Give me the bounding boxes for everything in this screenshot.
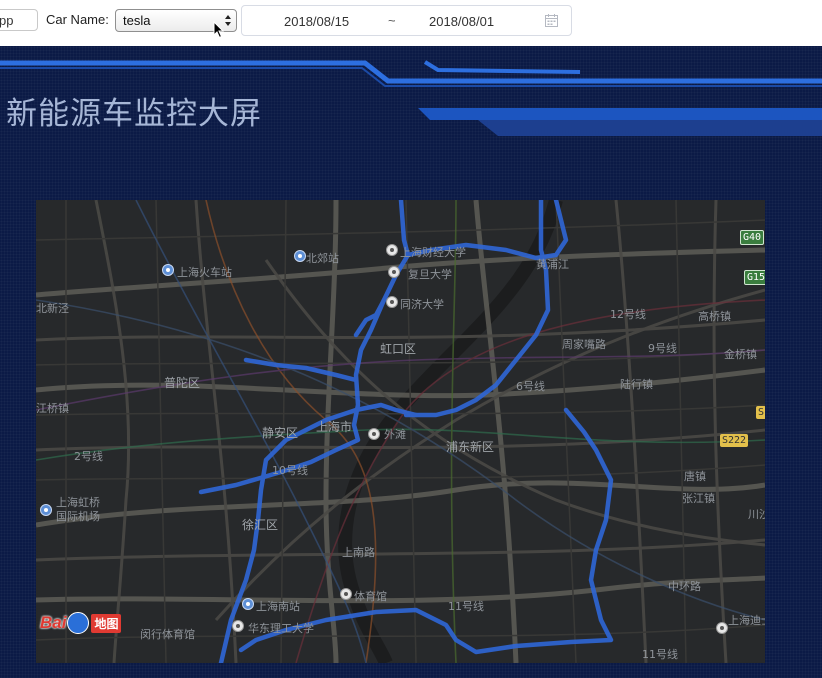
map-label: 10号线 bbox=[272, 464, 308, 477]
map-label: 浦东新区 bbox=[446, 440, 495, 454]
map-label: 川沙 bbox=[748, 508, 765, 521]
baidu-paw-icon bbox=[67, 612, 90, 634]
university-poi-icon bbox=[232, 620, 244, 632]
highway-shield: S bbox=[756, 406, 765, 419]
landmark-poi-icon bbox=[368, 428, 380, 440]
map-label: 2号线 bbox=[74, 450, 103, 463]
map-label: 徐汇区 bbox=[242, 518, 279, 532]
map-label: 静安区 bbox=[262, 426, 299, 440]
highway-shield: G40 bbox=[740, 230, 765, 245]
map-label: 唐镇 bbox=[684, 470, 706, 483]
date-range-picker[interactable]: 2018/08/15 ~ 2018/08/01 bbox=[241, 5, 572, 36]
map-label: 上海市 bbox=[316, 420, 353, 434]
map-label: 上海财经大学 bbox=[400, 246, 466, 259]
metro-station-icon bbox=[242, 598, 254, 610]
map-label: 6号线 bbox=[516, 380, 545, 393]
highway-shield: G15 bbox=[744, 270, 765, 285]
map-label: 外滩 bbox=[384, 428, 406, 441]
map-label: 9号线 bbox=[648, 342, 677, 355]
university-poi-icon bbox=[386, 296, 398, 308]
car-name-label: Car Name: bbox=[46, 12, 109, 27]
car-name-selected: tesla bbox=[123, 13, 151, 28]
airport-icon bbox=[40, 504, 52, 516]
page-title: 新能源车监控大屏 bbox=[6, 96, 262, 132]
date-end[interactable]: 2018/08/01 bbox=[429, 14, 494, 29]
university-poi-icon bbox=[386, 244, 398, 256]
baidu-map-logo: Bai 地图 bbox=[40, 612, 122, 636]
dashboard-screen: 新能源车监控大屏 上海火车站 北郊站 上海财经大学 复旦大学 同济大学 虹口区 … bbox=[0, 46, 822, 678]
map-label: 虹口区 bbox=[380, 342, 417, 356]
map-label: 上南路 bbox=[342, 546, 375, 559]
map-label: 11号线 bbox=[642, 648, 678, 661]
date-start[interactable]: 2018/08/15 bbox=[284, 14, 349, 29]
map-label: 同济大学 bbox=[400, 298, 444, 311]
university-poi-icon bbox=[388, 266, 400, 278]
map-label: 上海南站 bbox=[256, 600, 300, 613]
map-view[interactable]: 上海火车站 北郊站 上海财经大学 复旦大学 同济大学 虹口区 普陀区 静安区 上… bbox=[36, 200, 765, 663]
calendar-icon[interactable] bbox=[545, 14, 558, 27]
map-label: 国际机场 bbox=[56, 510, 100, 523]
map-label: 普陀区 bbox=[164, 376, 201, 390]
baidu-logo-text: Bai bbox=[40, 613, 67, 632]
map-label: 张江镇 bbox=[682, 492, 715, 505]
map-label: 黄浦江 bbox=[536, 258, 569, 271]
map-label: 11号线 bbox=[448, 600, 484, 613]
map-label: 金桥镇 bbox=[724, 348, 757, 361]
map-label: 中环路 bbox=[668, 580, 701, 593]
mouse-pointer-icon bbox=[213, 21, 225, 39]
map-label: 12号线 bbox=[610, 308, 646, 321]
app-input[interactable]: pp bbox=[0, 9, 38, 31]
metro-station-icon bbox=[294, 250, 306, 262]
map-label: 体育馆 bbox=[354, 590, 387, 603]
map-label: 高桥镇 bbox=[698, 310, 731, 323]
map-label: 上海迪士尼度假区 bbox=[728, 614, 765, 627]
map-label: 北郊站 bbox=[306, 252, 339, 265]
filter-bar: pp Car Name: tesla 2018/08/15 ~ 2018/08/… bbox=[0, 0, 822, 46]
map-label: 陆行镇 bbox=[620, 378, 653, 391]
date-separator: ~ bbox=[388, 13, 396, 28]
highway-shield: S222 bbox=[720, 434, 749, 447]
map-label: 复旦大学 bbox=[408, 268, 452, 281]
baidu-logo-map-text: 地图 bbox=[91, 613, 122, 633]
map-label: 北新泾 bbox=[36, 302, 69, 315]
map-label: 华东理工大学 bbox=[248, 622, 314, 635]
map-label: 江桥镇 bbox=[36, 402, 69, 415]
map-label: 上海火车站 bbox=[177, 266, 232, 279]
landmark-poi-icon bbox=[716, 622, 728, 634]
stadium-poi-icon bbox=[340, 588, 352, 600]
map-label: 周家嘴路 bbox=[562, 338, 606, 351]
metro-station-icon bbox=[162, 264, 174, 276]
map-label: 闵行体育馆 bbox=[140, 628, 195, 641]
